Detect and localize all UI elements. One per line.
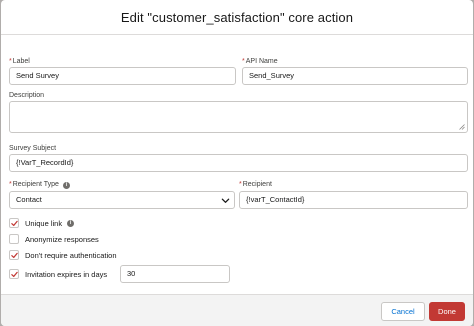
api-name-field-label: *API Name [242, 58, 278, 65]
checkmark-icon [11, 252, 18, 259]
invitation-expires-label: Invitation expires in days [25, 269, 108, 279]
anonymize-responses-label: Anonymize responses [25, 234, 99, 244]
modal-body: *Label Send Survey *API Name Send_Survey… [1, 36, 473, 294]
modal-title: Edit "customer_satisfaction" core action [120, 9, 354, 25]
modal-header: Edit "customer_satisfaction" core action [1, 0, 473, 35]
dont-require-authentication-label: Don't require authentication [25, 250, 117, 260]
required-marker: * [242, 58, 245, 65]
resize-handle-icon[interactable] [459, 124, 465, 130]
required-marker: * [9, 58, 12, 65]
survey-subject-input[interactable]: {!VarT_RecordId} [9, 154, 468, 172]
label-field-label: *Label [9, 58, 30, 65]
checkmark-icon [11, 271, 18, 278]
recipient-input[interactable]: {!varT_ContactId} [239, 191, 468, 209]
info-icon[interactable]: i [62, 182, 70, 189]
edit-core-action-modal: Edit "customer_satisfaction" core action… [1, 0, 473, 326]
label-input[interactable]: Send Survey [9, 67, 236, 85]
recipient-type-field-label: *Recipient Type i [9, 180, 70, 189]
checkmark-icon [11, 220, 18, 227]
required-marker: * [9, 181, 12, 188]
modal-footer: Cancel Done [1, 294, 473, 326]
dont-require-authentication-option[interactable]: Don't require authentication [9, 249, 117, 261]
cancel-button[interactable]: Cancel [381, 302, 425, 321]
anonymize-responses-checkbox[interactable] [9, 234, 19, 244]
description-field-label: Description [9, 92, 45, 99]
api-name-input[interactable]: Send_Survey [242, 67, 468, 85]
recipient-field-label: *Recipient [239, 181, 272, 188]
chevron-down-icon [221, 198, 230, 203]
invitation-expires-days-input[interactable]: 30 [120, 265, 230, 283]
unique-link-option[interactable]: Unique link i [9, 217, 75, 229]
description-textarea[interactable] [9, 101, 468, 133]
dont-require-authentication-checkbox[interactable] [9, 250, 19, 260]
survey-subject-field-label: Survey Subject [9, 145, 57, 152]
invitation-expires-option[interactable]: Invitation expires in days [9, 268, 107, 280]
anonymize-responses-option[interactable]: Anonymize responses [9, 233, 99, 245]
info-icon[interactable]: i [67, 219, 75, 227]
required-marker: * [239, 181, 242, 188]
unique-link-checkbox[interactable] [9, 218, 19, 228]
done-button[interactable]: Done [429, 302, 465, 321]
unique-link-label: Unique link [25, 218, 63, 228]
invitation-expires-checkbox[interactable] [9, 269, 19, 279]
recipient-type-select[interactable]: Contact [9, 191, 235, 209]
recipient-type-value: Contact [16, 195, 42, 204]
